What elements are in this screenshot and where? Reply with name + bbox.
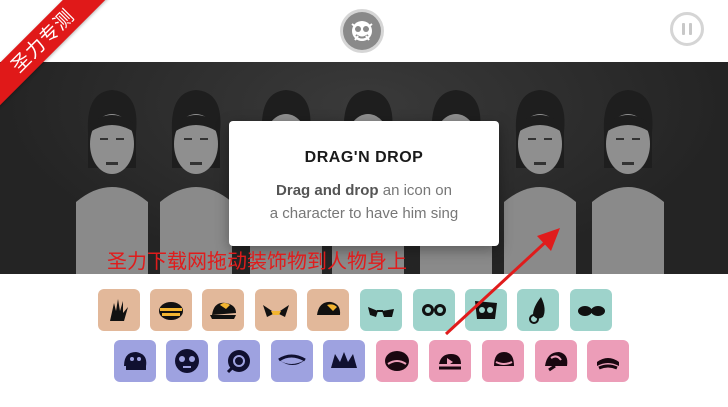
tribal-mask-icon[interactable]: [465, 289, 507, 331]
drag-drop-tutorial-dialog: DRAG'N DROP Drag and drop an icon on a c…: [229, 121, 499, 246]
fish-hat-icon[interactable]: [271, 340, 313, 382]
dialog-body-bold: Drag and drop: [276, 182, 379, 199]
skull-mask-icon[interactable]: [166, 340, 208, 382]
watermark-ribbon: 圣力专测: [0, 0, 110, 110]
icon-palette: [0, 274, 728, 407]
game-window: 圣力专测 DRAG'N DROP Drag and drop an icon o…: [0, 0, 728, 407]
swirl-hat-icon[interactable]: [535, 340, 577, 382]
wing-glasses-icon[interactable]: [255, 289, 297, 331]
visor-hat-icon[interactable]: [587, 340, 629, 382]
pause-icon: [682, 23, 685, 35]
dialog-body-rest: an icon on: [378, 182, 452, 199]
helmet-icon[interactable]: [114, 340, 156, 382]
pause-button[interactable]: [670, 12, 704, 46]
drop-icon[interactable]: [517, 289, 559, 331]
bow-hat-icon[interactable]: [429, 340, 471, 382]
dialog-body-line2: a character to have him sing: [269, 205, 459, 222]
annotation-text: 圣力下载网拖动装饰物到人物身上: [107, 249, 407, 273]
dialog-body: Drag and drop an icon on a character to …: [229, 179, 499, 225]
shades-icon[interactable]: [570, 289, 612, 331]
cap-hat-icon[interactable]: [202, 289, 244, 331]
crown-icon[interactable]: [323, 340, 365, 382]
round-hat-icon[interactable]: [376, 340, 418, 382]
flower-mask-icon[interactable]: [218, 340, 260, 382]
character-7[interactable]: [582, 72, 674, 274]
sunglasses-icon[interactable]: [360, 289, 402, 331]
dialog-title: DRAG'N DROP: [304, 149, 424, 166]
bowler-hat-icon[interactable]: [482, 340, 524, 382]
beanie-icon[interactable]: [307, 289, 349, 331]
striped-bee-icon[interactable]: [150, 289, 192, 331]
goggles-icon[interactable]: [413, 289, 455, 331]
character-6[interactable]: [494, 72, 586, 274]
hand-icon[interactable]: [98, 289, 140, 331]
monster-logo-icon[interactable]: [343, 12, 381, 50]
watermark-text: 圣力专测: [0, 0, 110, 110]
